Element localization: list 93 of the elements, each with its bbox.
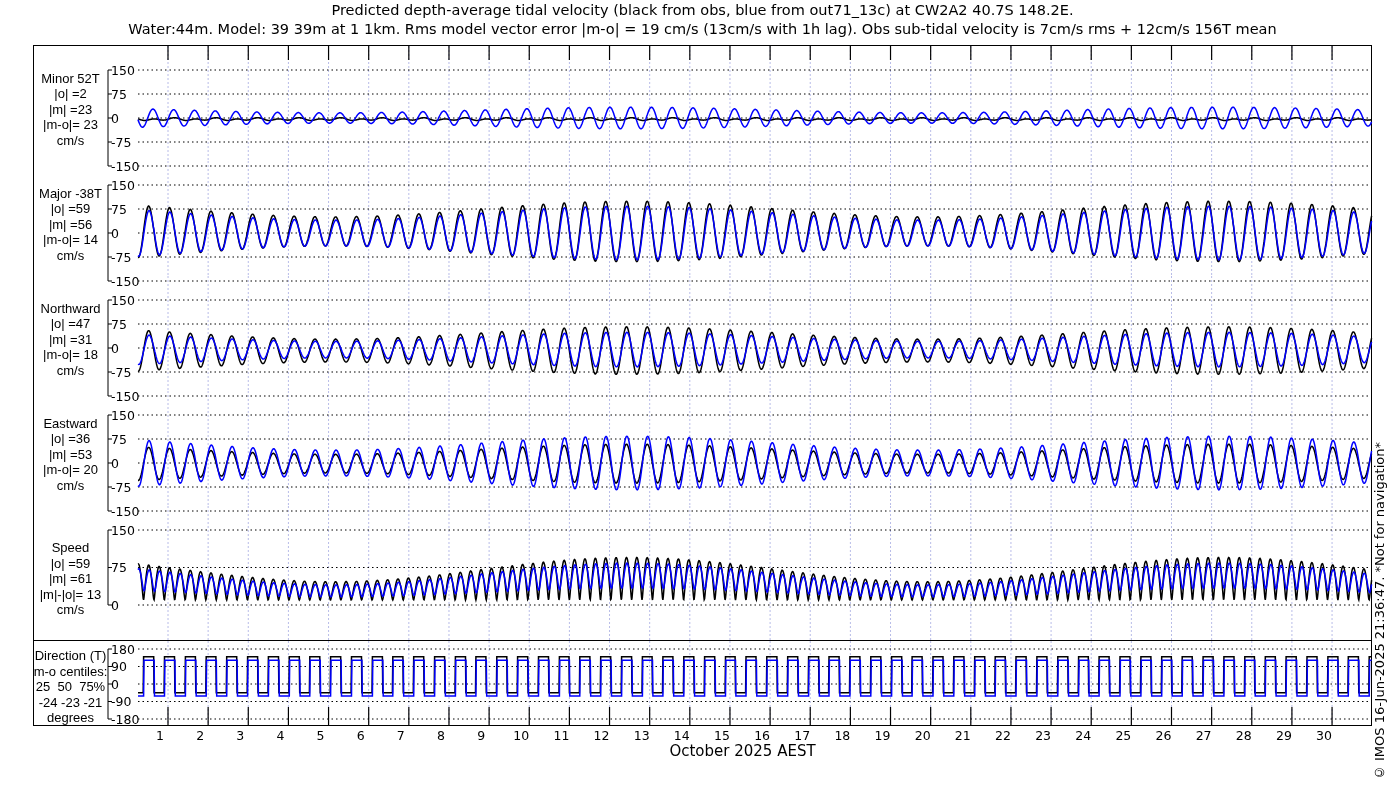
day-label: 11	[553, 728, 570, 743]
y-tick-label: 0	[111, 676, 119, 692]
day-label: 5	[316, 728, 325, 743]
panel-label: Northward	[40, 300, 101, 317]
y-tick-label: -75	[111, 479, 132, 495]
y-tick-label: 150	[111, 292, 135, 308]
day-label: 22	[995, 728, 1011, 743]
panel-label: cm/s	[56, 362, 85, 379]
day-label: 20	[914, 728, 931, 743]
panel-label: cm/s	[56, 247, 85, 264]
y-tick-label: 0	[111, 597, 119, 613]
day-label: 7	[396, 728, 405, 743]
y-tick-label: 180	[111, 641, 135, 657]
day-label: 12	[593, 728, 610, 743]
panel-label: Major -38T	[39, 185, 102, 202]
y-tick-label: 150	[111, 522, 135, 538]
panel-label: |m-o|= 20	[43, 462, 98, 478]
day-label: 9	[477, 728, 486, 743]
y-tick-label: 0	[111, 110, 119, 126]
panel-label: Minor 52T	[41, 70, 100, 87]
y-tick-label: -75	[111, 249, 132, 265]
y-tick-label: -150	[111, 503, 140, 519]
y-tick-label: 75	[111, 201, 127, 217]
day-label: 17	[794, 728, 811, 743]
panel-label: |m| =56	[48, 216, 93, 233]
day-label: 25	[1115, 728, 1132, 743]
panel-label: |m-o|= 14	[43, 232, 98, 248]
panel-label: |o| =47	[50, 316, 91, 332]
chart-title: Predicted depth-average tidal velocity (black from obs, blue from out71_13c) at CW2A2 40.7S 148.2E.	[331, 1, 1074, 20]
panel-label: m-o centiles:	[33, 663, 108, 680]
day-label: 18	[834, 728, 851, 743]
panel-label: |o| =36	[50, 431, 91, 447]
day-label: 13	[633, 728, 650, 743]
day-label: 26	[1155, 728, 1172, 743]
y-tick-label: -75	[111, 364, 132, 380]
y-tick-label: 150	[111, 62, 135, 78]
panel-label: Direction (T)	[34, 648, 107, 664]
y-tick-label: 75	[111, 560, 127, 575]
panel-label: -24 -23 -21	[38, 694, 103, 711]
panel-label: degrees	[47, 710, 94, 726]
day-label: 2	[196, 728, 205, 743]
y-tick-label: -150	[111, 158, 140, 174]
panel-label: Speed	[51, 540, 90, 556]
y-tick-label: -180	[111, 711, 140, 727]
day-label: 16	[754, 728, 771, 743]
day-label: 19	[874, 728, 891, 743]
y-tick-label: 150	[111, 407, 135, 423]
day-label: 21	[954, 728, 971, 743]
day-label: 14	[673, 728, 690, 743]
panel-label: |o| =59	[50, 555, 91, 572]
day-label: 8	[437, 728, 445, 743]
panel-label: cm/s	[56, 132, 85, 149]
day-label: 27	[1195, 728, 1212, 743]
panel-label: 25 50 75%	[35, 679, 106, 695]
y-tick-label: 75	[111, 316, 127, 332]
y-tick-label: 150	[111, 177, 135, 193]
y-tick-label: 75	[111, 431, 127, 447]
panel-label: |m| =31	[48, 331, 93, 348]
y-tick-label: -75	[111, 134, 132, 150]
y-tick-label: 90	[111, 659, 127, 674]
y-tick-label: 75	[111, 86, 127, 102]
chart-title: Water:44m. Model: 39 39m at 1 1km. Rms model vector error |m-o| = 19 cm/s (13cm/s with 1h lag). Obs sub-tidal velocity is 7cm/s rms + 12cm/s 156T mean	[128, 20, 1277, 39]
panel-label: |m-o|= 18	[43, 347, 98, 363]
panel-label: |o| =2	[54, 86, 87, 102]
panel-label: Eastward	[43, 415, 98, 432]
day-label: 6	[356, 728, 365, 743]
panel-label: |m| =61	[48, 571, 93, 587]
day-label: 4	[276, 728, 285, 743]
credit-text: © IMOS 16-Jun-2025 21:36:47. *Not for navigation*	[1372, 441, 1387, 780]
day-label: 30	[1316, 728, 1332, 743]
panel-label: cm/s	[56, 602, 85, 618]
y-tick-label: 0	[111, 455, 119, 471]
day-label: 24	[1075, 728, 1092, 743]
day-label: 1	[156, 728, 164, 743]
y-tick-label: -150	[111, 388, 140, 404]
day-label: 15	[714, 728, 730, 743]
panel-label: cm/s	[56, 477, 85, 494]
panel-label: |m| =53	[48, 446, 93, 463]
y-axis	[107, 648, 113, 720]
y-tick-label: -90	[111, 694, 132, 709]
day-label: 29	[1275, 728, 1292, 743]
day-label: 23	[1035, 728, 1052, 743]
day-label: 28	[1235, 728, 1252, 743]
panel-label: |m| =23	[48, 101, 93, 118]
y-tick-label: 0	[111, 340, 119, 356]
x-axis-label: October 2025 AEST	[669, 742, 816, 760]
panel-label: |m-o|= 23	[43, 117, 98, 133]
day-label: 3	[236, 728, 245, 743]
y-tick-label: -150	[111, 273, 140, 289]
panel-label: |o| =59	[50, 201, 91, 217]
y-tick-label: 0	[111, 225, 119, 241]
panel-label: |m|-|o|= 13	[39, 586, 102, 603]
day-label: 10	[513, 728, 530, 743]
